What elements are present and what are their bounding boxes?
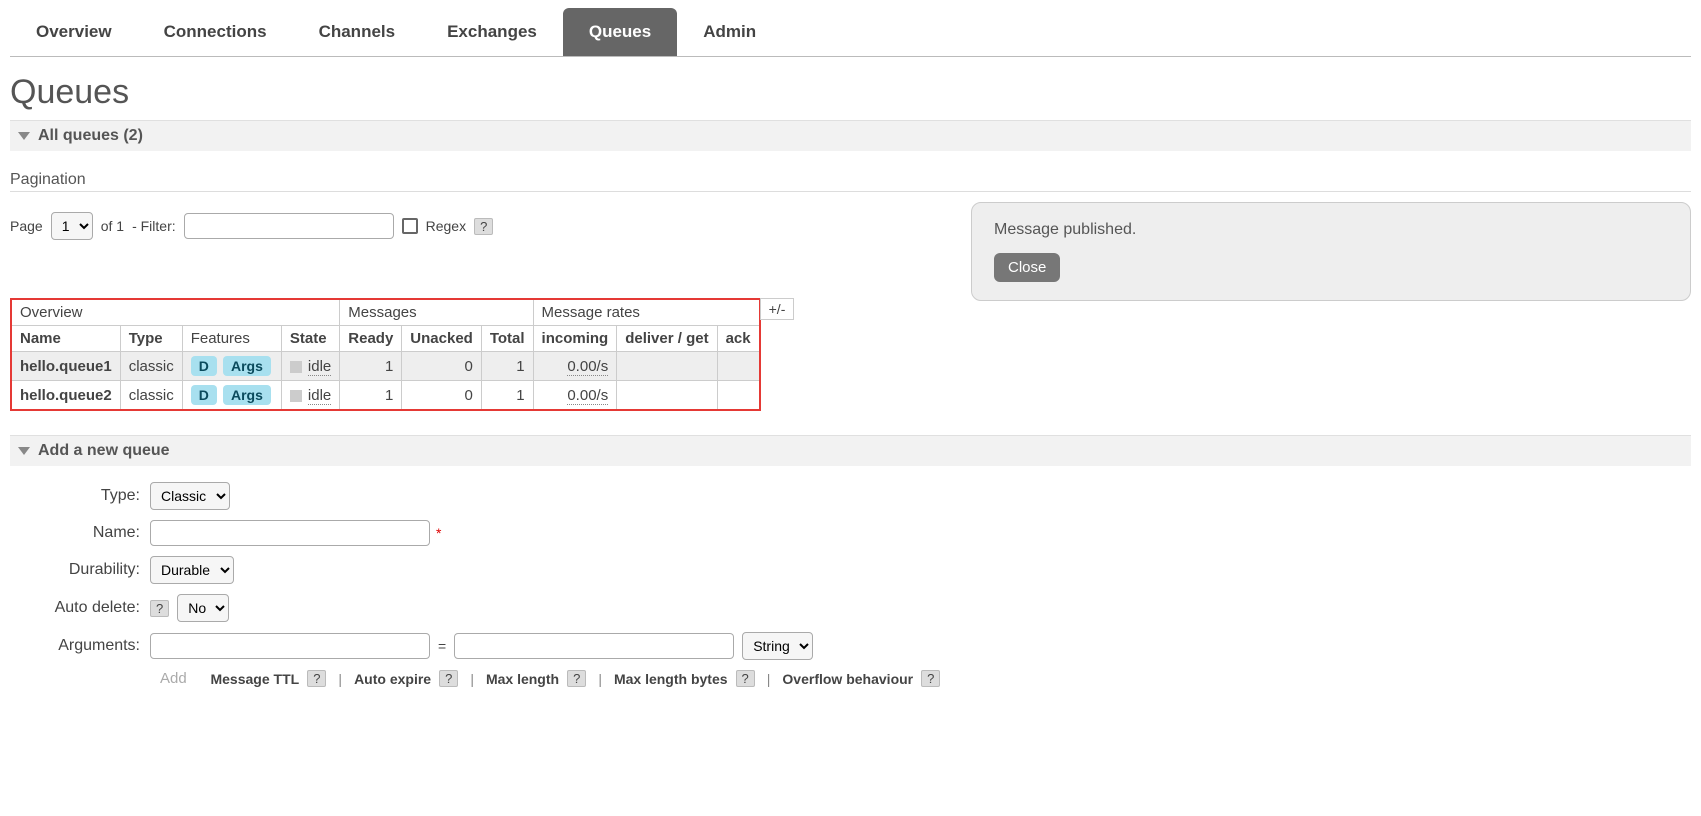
cell-incoming: 0.00/s: [533, 381, 617, 411]
arg-overflow[interactable]: Overflow behaviour: [782, 671, 913, 687]
argument-key-input[interactable]: [150, 633, 430, 659]
arg-max-length[interactable]: Max length: [486, 671, 559, 687]
cell-type: classic: [120, 352, 182, 381]
arg-message-ttl[interactable]: Message TTL: [210, 671, 299, 687]
col-name[interactable]: Name: [11, 326, 120, 352]
tab-connections[interactable]: Connections: [138, 8, 293, 56]
chevron-down-icon: [18, 132, 30, 140]
col-state[interactable]: State: [281, 326, 339, 352]
table-row: hello.queue2 classic D Args idle 1 0 1 0…: [11, 381, 760, 411]
group-overview: Overview: [11, 299, 340, 326]
auto-delete-help[interactable]: ?: [150, 600, 169, 617]
cell-ready: 1: [340, 381, 402, 411]
equals-label: =: [438, 638, 446, 654]
cell-features: D Args: [182, 352, 281, 381]
arg-max-length-bytes[interactable]: Max length bytes: [614, 671, 728, 687]
type-label: Type:: [10, 487, 150, 505]
col-incoming[interactable]: incoming: [533, 326, 617, 352]
name-label: Name:: [10, 524, 150, 542]
queue-name-link[interactable]: hello.queue1: [20, 358, 112, 375]
name-input[interactable]: [150, 520, 430, 546]
tab-overview[interactable]: Overview: [10, 8, 138, 56]
toast-message: Message published.: [994, 221, 1668, 239]
state-icon: [290, 390, 302, 402]
badge-durable: D: [191, 385, 217, 405]
col-type[interactable]: Type: [120, 326, 182, 352]
cell-features: D Args: [182, 381, 281, 411]
required-marker: *: [436, 525, 441, 541]
badge-args: Args: [223, 356, 271, 376]
auto-delete-select[interactable]: No: [177, 594, 229, 622]
table-row: hello.queue1 classic D Args idle 1 0 1 0…: [11, 352, 760, 381]
all-queues-label: All queues (2): [38, 127, 143, 145]
columns-toggle[interactable]: +/-: [760, 298, 795, 320]
help-message-ttl[interactable]: ?: [307, 670, 326, 687]
tab-exchanges[interactable]: Exchanges: [421, 8, 563, 56]
cell-unacked: 0: [402, 381, 482, 411]
state-icon: [290, 361, 302, 373]
badge-durable: D: [191, 356, 217, 376]
close-button[interactable]: Close: [994, 253, 1060, 282]
queue-name-link[interactable]: hello.queue2: [20, 387, 112, 404]
cell-total: 1: [481, 352, 533, 381]
col-unacked[interactable]: Unacked: [402, 326, 482, 352]
argument-type-select[interactable]: String: [742, 632, 813, 660]
add-queue-header[interactable]: Add a new queue: [10, 435, 1691, 466]
page-select[interactable]: 1: [51, 212, 93, 240]
cell-ack: [717, 352, 760, 381]
tab-queues[interactable]: Queues: [563, 8, 677, 56]
arg-auto-expire[interactable]: Auto expire: [354, 671, 431, 687]
col-ready[interactable]: Ready: [340, 326, 402, 352]
group-rates: Message rates: [533, 299, 760, 326]
pagination-row: Page 1 of 1 - Filter: Regex ? Message pu…: [10, 212, 1691, 240]
all-queues-header[interactable]: All queues (2): [10, 120, 1691, 151]
add-label: Add: [160, 670, 187, 687]
col-deliver[interactable]: deliver / get: [617, 326, 717, 352]
tab-channels[interactable]: Channels: [293, 8, 422, 56]
filter-input[interactable]: [184, 213, 394, 239]
cell-deliver: [617, 381, 717, 411]
regex-help[interactable]: ?: [474, 218, 493, 235]
cell-unacked: 0: [402, 352, 482, 381]
chevron-down-icon: [18, 447, 30, 455]
auto-delete-label: Auto delete:: [10, 599, 150, 617]
group-messages: Messages: [340, 299, 533, 326]
cell-state: idle: [281, 381, 339, 411]
cell-state: idle: [281, 352, 339, 381]
cell-type: classic: [120, 381, 182, 411]
cell-ack: [717, 381, 760, 411]
page-label: Page: [10, 218, 43, 234]
cell-deliver: [617, 352, 717, 381]
durability-label: Durability:: [10, 561, 150, 579]
filter-label: - Filter:: [132, 218, 176, 234]
main-tabs: Overview Connections Channels Exchanges …: [10, 8, 1691, 57]
page-of: of 1: [101, 218, 124, 234]
col-ack[interactable]: ack: [717, 326, 760, 352]
add-queue-label: Add a new queue: [38, 442, 170, 460]
durability-select[interactable]: Durable: [150, 556, 234, 584]
cell-ready: 1: [340, 352, 402, 381]
badge-args: Args: [223, 385, 271, 405]
pagination-label: Pagination: [10, 171, 1691, 192]
argument-value-input[interactable]: [454, 633, 734, 659]
regex-label: Regex: [426, 218, 466, 234]
help-max-length[interactable]: ?: [567, 670, 586, 687]
regex-checkbox[interactable]: [402, 218, 418, 234]
page-title: Queues: [10, 73, 1691, 112]
help-max-length-bytes[interactable]: ?: [736, 670, 755, 687]
queues-table: Overview Messages Message rates Name Typ…: [10, 298, 761, 411]
col-total[interactable]: Total: [481, 326, 533, 352]
toast-notification: Message published. Close: [971, 202, 1691, 301]
tab-admin[interactable]: Admin: [677, 8, 782, 56]
help-overflow[interactable]: ?: [921, 670, 940, 687]
arguments-label: Arguments:: [10, 637, 150, 655]
cell-total: 1: [481, 381, 533, 411]
help-auto-expire[interactable]: ?: [439, 670, 458, 687]
col-features[interactable]: Features: [182, 326, 281, 352]
type-select[interactable]: Classic: [150, 482, 230, 510]
cell-incoming: 0.00/s: [533, 352, 617, 381]
